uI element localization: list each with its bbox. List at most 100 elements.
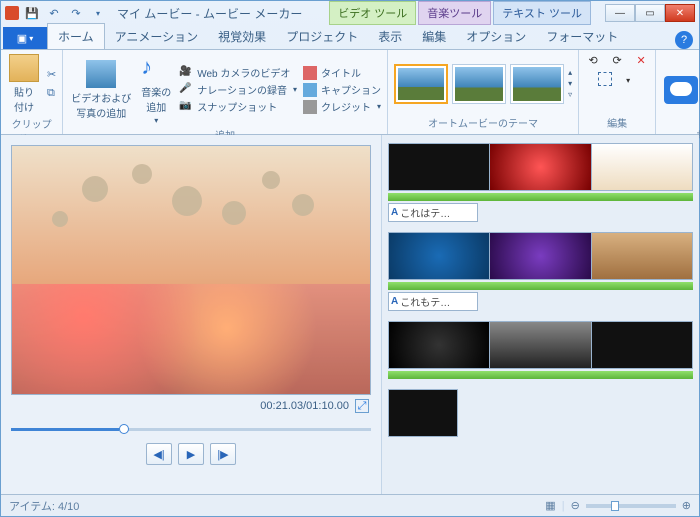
theme-thumb-2[interactable] xyxy=(452,64,506,104)
theme-thumb-3[interactable] xyxy=(510,64,564,104)
caption-clip[interactable]: Aこれはテ… xyxy=(388,203,478,222)
automovie-group-label: オートムービーのテーマ xyxy=(394,115,572,132)
clip-row-3 xyxy=(388,321,693,379)
theme-gallery[interactable]: ▴▾▿ xyxy=(394,64,572,104)
add-media-button[interactable]: ビデオおよび 写真の追加 xyxy=(69,58,133,122)
tab-home[interactable]: ホーム xyxy=(47,23,105,49)
tab-view[interactable]: 表示 xyxy=(368,24,412,49)
clip[interactable] xyxy=(490,322,591,368)
undo-icon[interactable]: ↶ xyxy=(45,4,63,22)
select-all-icon[interactable] xyxy=(598,72,612,86)
tab-format[interactable]: フォーマット xyxy=(536,24,628,49)
webcam-video-button[interactable]: 🎥Web カメラのビデオ xyxy=(179,65,297,80)
tab-visual-effects[interactable]: 視覚効果 xyxy=(208,24,276,49)
rotate-left-icon[interactable]: ⟲ xyxy=(585,52,601,68)
group-automovie: ▴▾▿ オートムービーのテーマ xyxy=(388,50,579,134)
window-controls: — ▭ ✕ xyxy=(605,4,695,22)
cloud-icon xyxy=(664,76,698,104)
contextual-tabs: ビデオ ツール 音楽ツール テキスト ツール xyxy=(329,1,591,25)
tools-dropdown-icon[interactable]: ▾ xyxy=(620,72,636,88)
theme-more-icon[interactable]: ▴▾▿ xyxy=(568,68,572,99)
group-share: 🖬 ムービー の保存 ▾ 共有 xyxy=(656,50,700,134)
tab-edit[interactable]: 編集 xyxy=(412,24,456,49)
cut-icon[interactable]: ✂ xyxy=(47,68,56,81)
copy-icon[interactable]: ⧉ xyxy=(47,87,56,100)
add-music-label: 音楽の 追加 xyxy=(141,84,171,114)
save-icon[interactable]: 💾 xyxy=(23,4,41,22)
preview-monitor[interactable] xyxy=(11,145,371,395)
items-count: アイテム: 4/10 xyxy=(9,498,79,514)
transport-controls: ◀| ▶ |▶ xyxy=(11,443,371,465)
qat-customize-icon[interactable]: ▾ xyxy=(89,4,107,22)
add-music-button[interactable]: ♪ 音楽の 追加 ▾ xyxy=(139,52,173,127)
title-icon xyxy=(303,66,317,80)
clip-row-4 xyxy=(388,389,693,437)
maximize-button[interactable]: ▭ xyxy=(635,4,665,22)
audio-track[interactable] xyxy=(388,282,693,290)
audio-track[interactable] xyxy=(388,371,693,379)
clip[interactable] xyxy=(490,144,591,190)
audio-track[interactable] xyxy=(388,193,693,201)
text-tools-tab[interactable]: テキスト ツール xyxy=(493,1,591,25)
video-tools-tab[interactable]: ビデオ ツール xyxy=(329,1,416,25)
tab-project[interactable]: プロジェクト xyxy=(276,24,368,49)
add-media-icon xyxy=(86,60,116,88)
group-clipboard: 貼り 付け ✂ ⧉ クリップボード xyxy=(1,50,63,134)
clip[interactable] xyxy=(592,322,692,368)
delete-icon[interactable]: ✕ xyxy=(633,52,649,68)
minimize-button[interactable]: — xyxy=(605,4,635,22)
playback-time: 00:21.03/01:10.00 xyxy=(260,400,349,412)
onedrive-button[interactable] xyxy=(662,74,700,106)
tab-animation[interactable]: アニメーション xyxy=(105,24,209,49)
clip[interactable] xyxy=(592,233,692,279)
narration-button[interactable]: 🎤ナレーションの録音▾ xyxy=(179,82,297,97)
redo-icon[interactable]: ↷ xyxy=(67,4,85,22)
add-caption-button[interactable]: キャプション xyxy=(303,82,381,97)
clip[interactable] xyxy=(389,322,490,368)
theme-thumb-1[interactable] xyxy=(394,64,448,104)
window-title: マイ ムービー - ムービー メーカー xyxy=(117,5,302,22)
clip[interactable] xyxy=(592,144,692,190)
group-add: ビデオおよび 写真の追加 ♪ 音楽の 追加 ▾ 🎥Web カメラのビデオ 🎤ナレ… xyxy=(63,50,388,134)
file-menu[interactable]: ▣▾ xyxy=(3,27,47,49)
music-tools-tab[interactable]: 音楽ツール xyxy=(418,1,491,25)
clip[interactable] xyxy=(389,144,490,190)
clip[interactable] xyxy=(490,233,591,279)
play-button[interactable]: ▶ xyxy=(178,443,204,465)
preview-panel: 00:21.03/01:10.00 ⤢ ◀| ▶ |▶ xyxy=(1,135,381,494)
zoom-slider[interactable] xyxy=(586,504,676,508)
storyboard-panel[interactable]: Aこれはテ… Aこれもテ… xyxy=(381,135,699,494)
help-icon[interactable]: ? xyxy=(675,31,693,49)
next-frame-button[interactable]: |▶ xyxy=(210,443,236,465)
app-window: 💾 ↶ ↷ ▾ マイ ムービー - ムービー メーカー ビデオ ツール 音楽ツー… xyxy=(0,0,700,517)
prev-frame-button[interactable]: ◀| xyxy=(146,443,172,465)
paste-button[interactable]: 貼り 付け xyxy=(7,52,41,116)
add-title-button[interactable]: タイトル xyxy=(303,65,381,80)
fullscreen-icon[interactable]: ⤢ xyxy=(355,399,369,413)
thumbnail-view-icon[interactable]: ▦ xyxy=(545,499,555,512)
caption-icon xyxy=(303,83,317,97)
edit-group-label: 編集 xyxy=(585,115,649,132)
app-icon xyxy=(5,6,19,20)
preview-image xyxy=(12,146,370,394)
zoom-out-icon[interactable]: ⊖ xyxy=(571,499,580,512)
caption-clip[interactable]: Aこれもテ… xyxy=(388,292,478,311)
ribbon-tabs: ▣▾ ホーム アニメーション 視覚効果 プロジェクト 表示 編集 オプション フ… xyxy=(1,25,699,49)
tab-options[interactable]: オプション xyxy=(456,24,536,49)
quick-access-toolbar: 💾 ↶ ↷ ▾ xyxy=(23,4,107,22)
content-area: 00:21.03/01:10.00 ⤢ ◀| ▶ |▶ xyxy=(1,135,699,494)
snapshot-button[interactable]: 📷スナップショット xyxy=(179,99,297,114)
rotate-right-icon[interactable]: ⟳ xyxy=(609,52,625,68)
zoom-in-icon[interactable]: ⊕ xyxy=(682,499,691,512)
close-button[interactable]: ✕ xyxy=(665,4,695,22)
add-credit-button[interactable]: クレジット▾ xyxy=(303,99,381,114)
mic-icon: 🎤 xyxy=(179,83,193,97)
music-icon: ♪ xyxy=(141,54,171,82)
clip[interactable] xyxy=(389,233,490,279)
status-bar: アイテム: 4/10 ▦ | ⊖ ⊕ xyxy=(1,494,699,516)
credit-icon xyxy=(303,100,317,114)
titlebar: 💾 ↶ ↷ ▾ マイ ムービー - ムービー メーカー ビデオ ツール 音楽ツー… xyxy=(1,1,699,25)
seek-bar[interactable] xyxy=(11,421,371,437)
webcam-icon: 🎥 xyxy=(179,66,193,80)
clip[interactable] xyxy=(389,390,457,436)
